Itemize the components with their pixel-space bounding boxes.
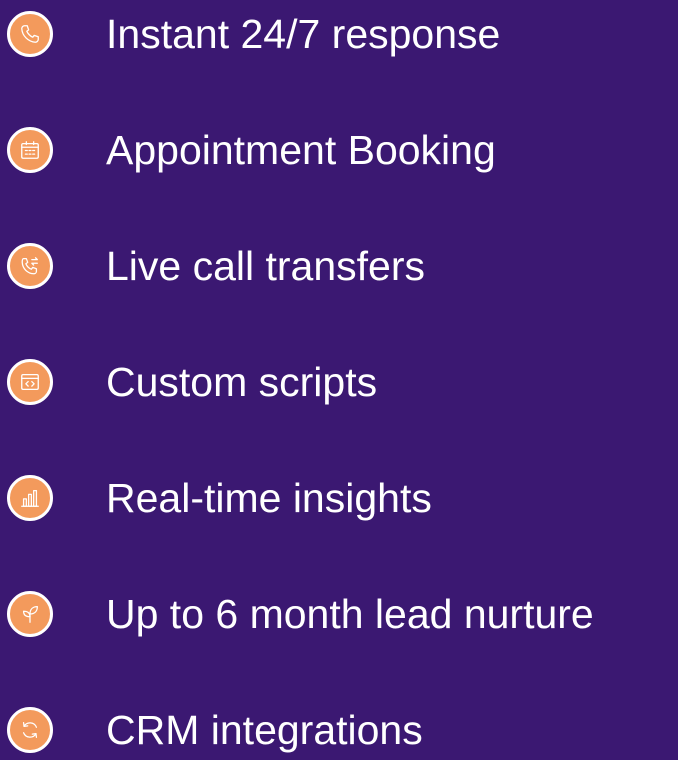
sprout-icon [7,591,53,637]
feature-label: Instant 24/7 response [106,11,501,57]
feature-item-real-time-insights: Real-time insights [0,468,678,528]
calendar-icon [7,127,53,173]
feature-label: CRM integrations [106,707,423,753]
feature-item-live-call-transfers: Live call transfers [0,236,678,296]
feature-label: Up to 6 month lead nurture [106,591,594,637]
feature-list: Instant 24/7 response Appointment Bookin… [0,0,678,755]
feature-item-appointment-booking: Appointment Booking [0,120,678,180]
feature-item-custom-scripts: Custom scripts [0,352,678,412]
feature-label: Appointment Booking [106,127,496,173]
phone-icon [7,11,53,57]
feature-item-instant-response: Instant 24/7 response [0,4,678,64]
code-window-icon [7,359,53,405]
feature-label: Real-time insights [106,475,432,521]
bar-chart-icon [7,475,53,521]
feature-item-lead-nurture: Up to 6 month lead nurture [0,584,678,644]
sync-icon [7,707,53,753]
phone-transfer-icon [7,243,53,289]
feature-label: Custom scripts [106,359,378,405]
feature-label: Live call transfers [106,243,426,289]
feature-item-crm-integrations: CRM integrations [0,700,678,760]
